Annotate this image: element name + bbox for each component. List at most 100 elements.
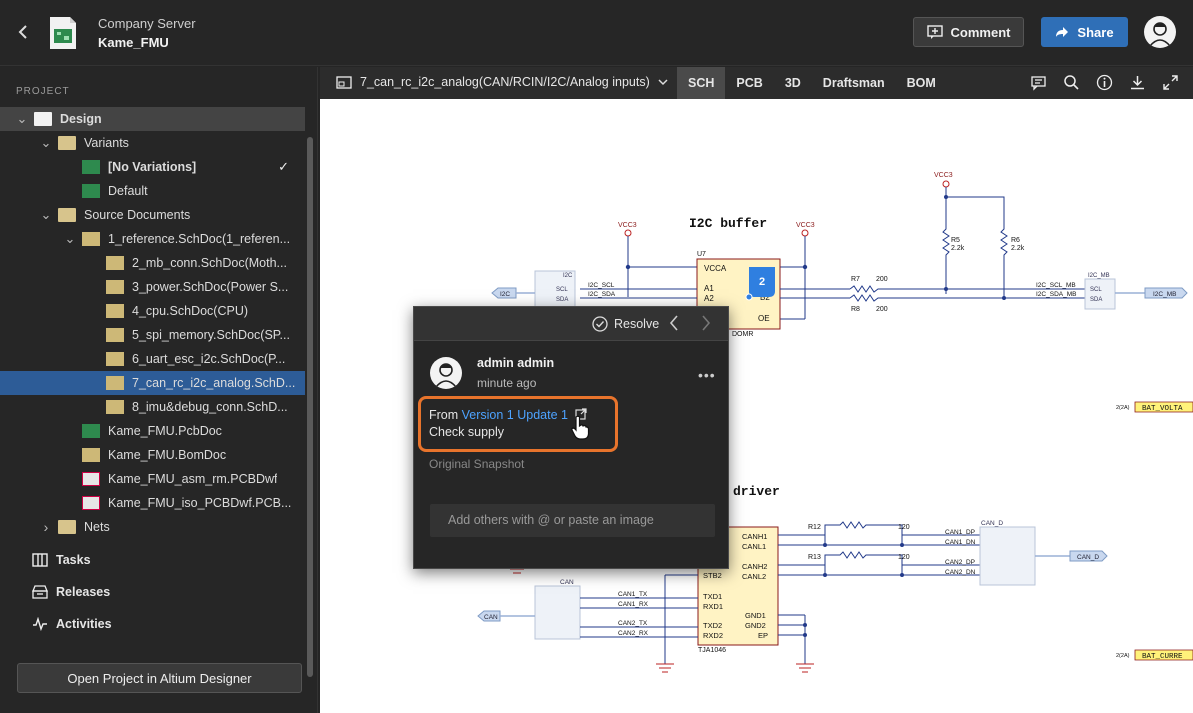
port-i2c: I2C	[500, 291, 510, 298]
open-in-altium-button[interactable]: Open Project in Altium Designer	[17, 663, 302, 693]
nav-activities[interactable]: Activities	[32, 617, 112, 631]
tree-item[interactable]: 7_can_rc_i2c_analog.SchD...	[0, 371, 305, 395]
tree-item[interactable]: 6_uart_esc_i2c.SchDoc(P...	[0, 347, 305, 371]
tab-sch[interactable]: SCH	[677, 67, 726, 99]
nav-releases[interactable]: Releases	[32, 585, 110, 599]
tree-item-label: Kame_FMU.BomDoc	[108, 448, 227, 462]
pin-oe: OE	[758, 314, 770, 323]
tree-item[interactable]: 4_cpu.SchDoc(CPU)	[0, 299, 305, 323]
chevron-right-icon[interactable]: ›	[40, 520, 52, 534]
folder-icon	[58, 520, 76, 534]
tree-item[interactable]: ⌄ 1_reference.SchDoc(1_referen...	[0, 227, 305, 251]
fullscreen-icon[interactable]	[1162, 74, 1179, 91]
tab-pcb[interactable]: PCB	[725, 67, 773, 99]
check-icon: ✓	[278, 159, 289, 174]
tree-item[interactable]: Kame_FMU.PcbDoc	[0, 419, 305, 443]
tree-item[interactable]: Kame_FMU_asm_rm.PCBDwf	[0, 467, 305, 491]
nav-tasks-label: Tasks	[56, 553, 91, 567]
tree-item-label: Source Documents	[84, 208, 191, 222]
net-can1-tx: CAN1_TX	[618, 591, 648, 598]
chevron-down-icon	[658, 79, 668, 86]
pin-a2: A2	[704, 294, 714, 303]
pin-canh2: CANH2	[742, 562, 767, 571]
document-title: 7_can_rc_i2c_analog(CAN/RCIN/I2C/Analog …	[360, 75, 650, 89]
tree-item[interactable]: [No Variations] ✓	[0, 155, 305, 179]
pin-gnd2: GND2	[745, 621, 766, 630]
i2c-buffer-title: I2C buffer	[689, 216, 767, 231]
comment-body: Check supply	[429, 425, 505, 439]
resolve-label: Resolve	[614, 317, 660, 331]
tree-item-label: Kame_FMU_iso_PCBDwf.PCB...	[108, 496, 292, 510]
comments-icon[interactable]	[1030, 74, 1047, 91]
share-button[interactable]: Share	[1041, 17, 1128, 47]
user-avatar[interactable]	[1144, 16, 1176, 48]
reply-input[interactable]: Add others with @ or paste an image	[430, 504, 715, 537]
info-icon[interactable]	[1096, 74, 1113, 91]
chevron-down-icon[interactable]: ⌄	[40, 136, 52, 149]
tree-item[interactable]: 3_power.SchDoc(Power S...	[0, 275, 305, 299]
chevron-down-icon[interactable]: ⌄	[40, 208, 52, 221]
nav-tasks[interactable]: Tasks	[32, 553, 91, 567]
share-button-label: Share	[1077, 24, 1114, 40]
resolve-button[interactable]: Resolve	[592, 316, 659, 332]
document-file-icon	[106, 328, 124, 342]
chevron-down-icon[interactable]: ⌄	[64, 232, 76, 245]
document-file-icon	[106, 352, 124, 366]
tree-item[interactable]: › Nets	[0, 515, 305, 539]
drawing-file-icon	[82, 496, 100, 510]
tree-item[interactable]: 2_mb_conn.SchDoc(Moth...	[0, 251, 305, 275]
tree-item-label: 7_can_rc_i2c_analog.SchD...	[132, 376, 296, 390]
project-sidebar: PROJECT ⌄ Design ⌄ Variants [No Variations] ✓…	[0, 67, 318, 713]
net-can2-tx: CAN2_TX	[618, 620, 648, 627]
r7-value: 200	[876, 276, 888, 283]
app-window: Company Server Kame_FMU Comment Share PR…	[0, 0, 1193, 713]
pin-ep: EP	[758, 631, 768, 640]
comment-author: admin admin	[477, 356, 555, 370]
comment-nav	[669, 314, 711, 332]
u7-part: DOMR	[732, 331, 753, 338]
tree-item[interactable]: 8_imu&debug_conn.SchD...	[0, 395, 305, 419]
tree-item[interactable]: Kame_FMU.BomDoc	[0, 443, 305, 467]
chevron-left-icon[interactable]	[669, 314, 679, 332]
comment-button[interactable]: Comment	[913, 17, 1024, 47]
tree-item[interactable]: ⌄ Source Documents	[0, 203, 305, 227]
tree-item[interactable]: Kame_FMU_iso_PCBDwf.PCB...	[0, 491, 305, 515]
tab-3d[interactable]: 3D	[774, 67, 812, 99]
tab-draftsman[interactable]: Draftsman	[812, 67, 896, 99]
chevron-down-icon[interactable]: ⌄	[16, 112, 28, 125]
tree-item[interactable]: ⌄ Design	[0, 107, 305, 131]
tab-bom[interactable]: BOM	[896, 67, 947, 99]
document-selector[interactable]: 7_can_rc_i2c_analog(CAN/RCIN/I2C/Analog …	[336, 75, 668, 89]
comment-time: minute ago	[477, 376, 537, 390]
r13-label: R13	[808, 554, 821, 561]
back-icon[interactable]	[14, 22, 34, 42]
more-options-icon[interactable]: •••	[698, 367, 716, 383]
r12-label: R12	[808, 524, 821, 531]
r6-value: 2.2k	[1011, 245, 1025, 252]
net-i2c-sda-mb: I2C_SDA_MB	[1036, 291, 1076, 298]
tree-item[interactable]: Default	[0, 179, 305, 203]
comment-icon	[926, 25, 943, 39]
original-snapshot-link[interactable]: Original Snapshot	[429, 457, 524, 471]
version-link[interactable]: Version 1 Update 1	[462, 408, 568, 422]
chevron-right-icon[interactable]	[701, 314, 711, 332]
net-can1-rx: CAN1_RX	[618, 601, 649, 608]
tasks-icon	[32, 553, 48, 567]
nav-releases-label: Releases	[56, 585, 111, 599]
folder-icon	[58, 208, 76, 222]
search-icon[interactable]	[1063, 74, 1080, 91]
releases-icon	[32, 585, 48, 599]
pin-rxd1: RXD1	[703, 602, 723, 611]
download-icon[interactable]	[1129, 74, 1146, 91]
port-can: CAN	[484, 614, 498, 621]
header: Company Server Kame_FMU Comment Share	[0, 0, 1193, 66]
sidebar-scrollbar[interactable]	[307, 137, 313, 677]
net-bat-volt: BAT_VOLTA	[1142, 405, 1183, 413]
r5-label: R5	[951, 237, 960, 244]
tree-item-label: 4_cpu.SchDoc(CPU)	[132, 304, 249, 318]
tree-item[interactable]: 5_spi_memory.SchDoc(SP...	[0, 323, 305, 347]
document-icon	[336, 75, 352, 89]
comment-button-label: Comment	[950, 24, 1011, 40]
r5-value: 2.2k	[951, 245, 965, 252]
tree-item[interactable]: ⌄ Variants	[0, 131, 305, 155]
